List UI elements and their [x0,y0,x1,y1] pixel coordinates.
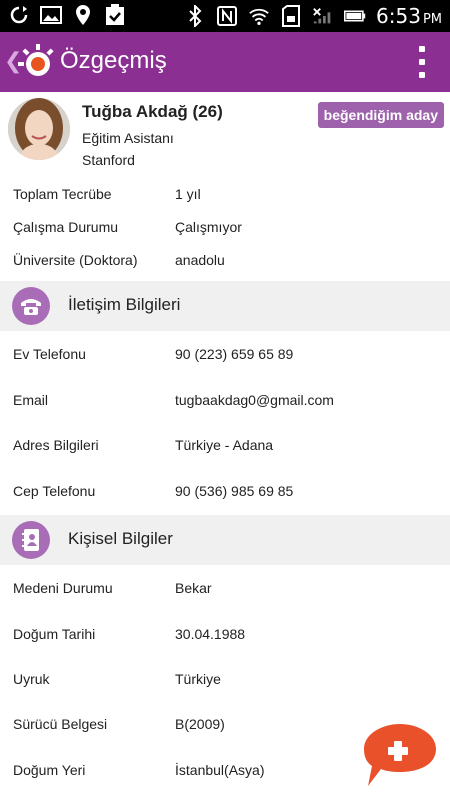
sd-card-icon [280,5,302,27]
row-value: Türkiye [175,671,221,687]
battery-icon [344,5,366,27]
add-button[interactable] [360,722,438,788]
image-icon [40,4,62,26]
candidate-school: Stanford [82,152,135,168]
overflow-menu-icon[interactable] [418,46,426,78]
app-logo-icon[interactable] [16,42,56,82]
page-title: Özgeçmiş [60,47,167,74]
row-value: B(2009) [175,716,225,732]
app-bar: ❮ Özgeçmiş [0,32,450,92]
section-title: İletişim Bilgileri [68,295,181,314]
avatar [8,98,70,160]
nfc-icon [216,5,238,27]
clipboard-check-icon [104,4,126,26]
row-label: Çalışma Durumu [13,219,119,235]
row-label: Adres Bilgileri [13,437,99,453]
personal-section-header: Kişisel Bilgiler [0,515,450,565]
row-label: Toplam Tecrübe [13,186,112,202]
row-value: Çalışmıyor [175,219,242,235]
row-value: Bekar [175,580,212,596]
bluetooth-icon [184,5,206,27]
row-label: Üniversite (Doktora) [13,252,138,268]
candidate-name: Tuğba Akdağ (26) [82,102,223,121]
clock: 6:53 PM [376,4,442,28]
row-label: Ev Telefonu [13,346,86,362]
email-value[interactable]: tugbaakdag0@gmail.com [175,392,334,408]
contact-book-icon [12,521,50,559]
telephone-icon [12,287,50,325]
section-title: Kişisel Bilgiler [68,529,173,548]
row-value: İstanbul(Asya) [175,762,265,778]
contact-section-header: İletişim Bilgileri [0,281,450,331]
location-icon [72,4,94,26]
home-phone-value[interactable]: 90 (223) 659 65 89 [175,346,293,362]
row-value: anadolu [175,252,225,268]
favorite-candidate-badge[interactable]: beğendiğim aday [317,102,444,128]
wifi-icon [248,5,270,27]
address-value: Türkiye - Adana [175,437,274,453]
row-value: 30.04.1988 [175,626,246,642]
profile-header: Tuğba Akdağ (26) Eğitim Asistanı Stanfor… [0,92,450,178]
row-label: Doğum Tarihi [13,626,96,642]
row-value: 1 yıl [175,186,201,202]
row-label: Email [13,392,49,408]
mobile-phone-value[interactable]: 90 (536) 985 69 85 [175,483,293,499]
no-signal-icon [312,5,334,27]
status-bar: 6:53 PM [0,0,450,32]
row-label: Uyruk [13,671,50,687]
row-label: Cep Telefonu [13,483,96,499]
row-label: Medeni Durumu [13,580,113,596]
row-label: Sürücü Belgesi [13,716,108,732]
sync-icon [8,4,30,26]
candidate-job-title: Eğitim Asistanı [82,130,174,146]
plus-speech-bubble-icon [364,724,436,786]
row-label: Doğum Yeri [13,762,86,778]
